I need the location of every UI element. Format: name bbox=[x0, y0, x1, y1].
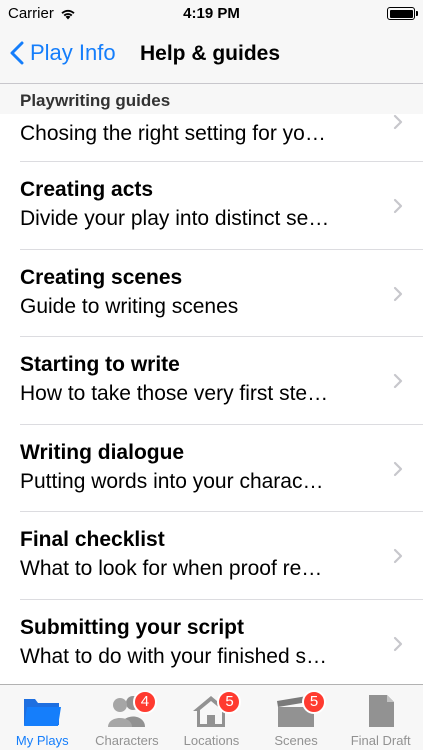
row-subtitle: How to take those very first ste… bbox=[20, 382, 329, 405]
badge: 4 bbox=[132, 690, 157, 714]
tab-label: Scenes bbox=[274, 733, 318, 748]
row-title: Writing dialogue bbox=[20, 440, 185, 464]
tab-scenes[interactable]: 5 Scenes bbox=[254, 685, 339, 750]
list-item[interactable]: Chosing the right setting for yo… bbox=[20, 114, 423, 162]
tab-my-plays[interactable]: My Plays bbox=[0, 685, 85, 750]
chevron-right-icon bbox=[393, 373, 403, 389]
document-icon bbox=[359, 691, 403, 731]
tab-final-draft[interactable]: Final Draft bbox=[338, 685, 423, 750]
battery-icon bbox=[387, 7, 418, 20]
row-subtitle: Chosing the right setting for yo… bbox=[20, 122, 326, 145]
chevron-right-icon bbox=[393, 461, 403, 476]
badge: 5 bbox=[302, 690, 327, 714]
tab-label: Final Draft bbox=[350, 733, 411, 748]
chevron-right-icon bbox=[393, 636, 403, 651]
tab-characters[interactable]: 4 Characters bbox=[85, 685, 170, 750]
row-title: Creating scenes bbox=[20, 265, 183, 289]
row-subtitle: What to do with your finished s… bbox=[20, 644, 327, 668]
status-time: 4:19 PM bbox=[183, 5, 240, 22]
tab-label: Locations bbox=[183, 733, 240, 748]
row-title: Creating acts bbox=[20, 178, 154, 201]
row-subtitle: Putting words into your charac… bbox=[20, 469, 324, 493]
clapperboard-icon: 5 bbox=[274, 690, 327, 731]
tab-label: My Plays bbox=[15, 733, 69, 748]
row-subtitle: Guide to writing scenes bbox=[20, 294, 239, 318]
house-icon: 5 bbox=[189, 690, 242, 731]
people-icon: 4 bbox=[105, 690, 157, 731]
tab-locations[interactable]: 5 Locations bbox=[169, 685, 254, 750]
row-title: Submitting your script bbox=[20, 615, 245, 639]
list-item[interactable]: Submitting your script What to do with y… bbox=[20, 600, 423, 687]
chevron-left-icon bbox=[10, 41, 24, 65]
chevron-right-icon bbox=[393, 198, 403, 214]
list-item[interactable]: Writing dialogue Putting words into your… bbox=[20, 425, 423, 512]
chevron-right-icon bbox=[393, 548, 403, 564]
navigation-bar: Play Info Help & guides bbox=[0, 28, 423, 84]
row-subtitle: Divide your play into distinct se… bbox=[20, 207, 330, 230]
back-button-label: Play Info bbox=[30, 40, 116, 65]
guides-list: Chosing the right setting for yo… Creati… bbox=[0, 114, 423, 687]
page-title: Help & guides bbox=[140, 42, 281, 65]
back-button[interactable]: Play Info bbox=[10, 40, 116, 66]
tab-bar: My Plays 4 Characters 5 Locations 5 Scen… bbox=[0, 684, 423, 750]
chevron-right-icon bbox=[393, 286, 403, 301]
list-item[interactable]: Final checklist What to look for when pr… bbox=[20, 512, 423, 600]
tab-label: Characters bbox=[95, 733, 159, 748]
status-bar: Carrier 4:19 PM bbox=[0, 0, 423, 28]
list-item[interactable]: Starting to write How to take those very… bbox=[20, 337, 423, 425]
list-item[interactable]: Creating acts Divide your play into dist… bbox=[20, 162, 423, 250]
section-header: Playwriting guides bbox=[0, 84, 423, 114]
badge: 5 bbox=[217, 690, 242, 714]
chevron-right-icon bbox=[393, 114, 403, 130]
list-item[interactable]: Creating scenes Guide to writing scenes bbox=[20, 250, 423, 337]
row-subtitle: What to look for when proof re… bbox=[20, 557, 323, 580]
folder-icon bbox=[20, 691, 64, 731]
row-title: Starting to write bbox=[20, 353, 180, 376]
row-title: Final checklist bbox=[20, 528, 165, 551]
